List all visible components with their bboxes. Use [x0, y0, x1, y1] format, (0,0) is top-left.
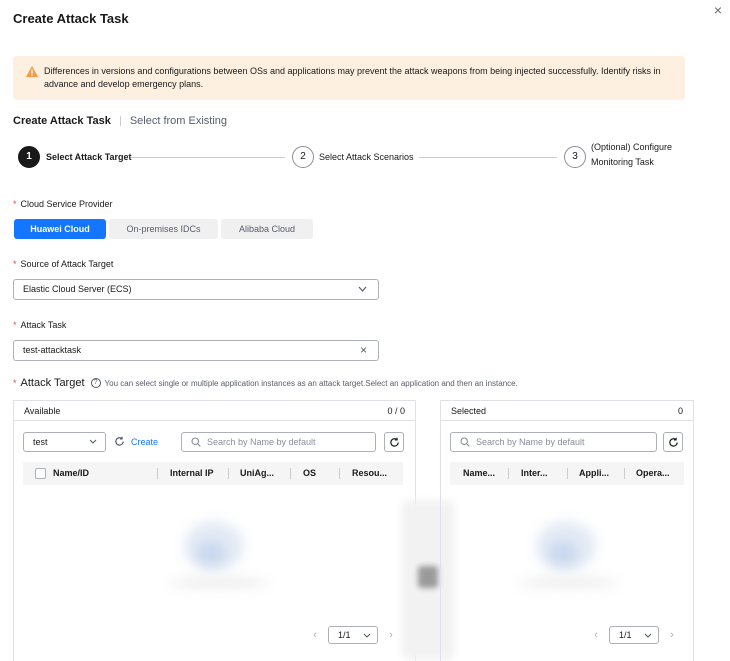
source-label: * Source of Attack Target [13, 259, 114, 269]
alert-text: Differences in versions and configuratio… [44, 66, 661, 89]
step-3-label: (Optional) Configure Monitoring Task [591, 141, 672, 168]
step-3-label-line1: (Optional) Configure [591, 142, 673, 152]
available-refresh-button[interactable] [384, 432, 404, 452]
required-mark: * [13, 320, 17, 330]
available-page-select[interactable]: 1/1 [328, 626, 378, 644]
next-page-icon[interactable]: › [386, 629, 396, 641]
column-name: Name... [463, 468, 496, 478]
provider-option-huawei-cloud[interactable]: Huawei Cloud [14, 219, 106, 239]
source-select-value: Elastic Cloud Server (ECS) [23, 284, 132, 294]
column-divider [290, 468, 291, 479]
help-icon[interactable]: ? [90, 378, 101, 388]
column-divider [567, 468, 568, 479]
column-divider [624, 468, 625, 479]
step-2-circle: 2 [292, 146, 314, 168]
tab-select-from-existing[interactable]: Select from Existing [130, 115, 227, 127]
attack-task-input-value: test-attacktask [23, 345, 82, 355]
step-connector [419, 157, 557, 158]
attack-target-label: Attack Target [20, 377, 85, 389]
selected-pagination: ‹ 1/1 › [591, 626, 677, 644]
column-name-id: Name/ID [53, 468, 90, 478]
available-table-header: Name/ID Internal IP UniAg... OS Resou... [23, 462, 403, 485]
column-internal-ip: Internal IP [170, 468, 214, 478]
column-divider [157, 468, 158, 479]
provider-segmented-control: Huawei Cloud On-premises IDCs Alibaba Cl… [14, 219, 316, 239]
select-all-checkbox[interactable] [35, 468, 46, 479]
tab-divider [119, 116, 121, 126]
application-select[interactable]: test [23, 432, 106, 452]
selected-search-input[interactable]: Search by Name by default [450, 432, 657, 452]
search-icon [460, 437, 470, 447]
attack-task-label: * Attack Task [13, 320, 67, 330]
selected-count: 0 [677, 406, 683, 416]
close-icon[interactable]: × [711, 3, 725, 17]
warning-icon [26, 66, 38, 77]
available-title: Available [24, 406, 61, 416]
warning-alert: Differences in versions and configuratio… [13, 56, 685, 100]
column-divider [508, 468, 509, 479]
next-page-icon[interactable]: › [667, 629, 677, 641]
step-indicator: 1 Select Attack Target 2 Select Attack S… [18, 142, 698, 171]
available-count: 0 / 0 [387, 406, 405, 416]
column-divider [228, 468, 229, 479]
create-link[interactable]: Create [114, 436, 158, 447]
refresh-icon [669, 437, 678, 447]
column-internal-ip: Inter... [521, 468, 548, 478]
column-divider [339, 468, 340, 479]
chevron-down-icon [363, 633, 371, 638]
required-mark: * [13, 259, 17, 269]
prev-page-icon[interactable]: ‹ [591, 629, 601, 641]
provider-option-on-premises-idcs[interactable]: On-premises IDCs [109, 219, 218, 239]
step-3-label-line2: Monitoring Task [591, 157, 654, 167]
provider-label: * Cloud Service Provider [13, 199, 113, 209]
available-search-input[interactable]: Search by Name by default [181, 432, 376, 452]
tab-create-attack-task[interactable]: Create Attack Task [13, 115, 111, 127]
available-panel: Available 0 / 0 test Create Search by Na… [13, 400, 416, 661]
column-resource: Resou... [352, 468, 388, 478]
selected-search-placeholder: Search by Name by default [476, 437, 585, 447]
attack-target-hint: You can select single or multiple applic… [104, 378, 518, 388]
dialog-title: Create Attack Task [13, 11, 129, 26]
refresh-icon [115, 436, 124, 446]
available-search-placeholder: Search by Name by default [207, 437, 316, 447]
available-panel-header: Available 0 / 0 [14, 401, 415, 421]
chevron-down-icon [358, 286, 367, 292]
attack-task-input[interactable]: test-attacktask × [13, 340, 379, 361]
column-os: OS [303, 468, 317, 478]
required-mark: * [13, 378, 17, 388]
selected-table-header: Name... Inter... Appli... Opera... [450, 462, 684, 485]
column-application: Appli... [579, 468, 609, 478]
selected-page-select[interactable]: 1/1 [609, 626, 659, 644]
create-label: Create [131, 436, 159, 447]
step-2-label: Select Attack Scenarios [319, 152, 414, 162]
column-operation: Opera... [636, 468, 670, 478]
available-pagination: ‹ 1/1 › [310, 626, 396, 644]
refresh-icon [390, 437, 399, 447]
required-mark: * [13, 199, 17, 209]
selected-panel-header: Selected 0 [441, 401, 693, 421]
selected-refresh-button[interactable] [663, 432, 683, 452]
prev-page-icon[interactable]: ‹ [310, 629, 320, 641]
source-select[interactable]: Elastic Cloud Server (ECS) [13, 279, 379, 300]
attack-target-header: * Attack Target ? You can select single … [13, 377, 518, 389]
chevron-down-icon [89, 439, 97, 444]
step-1-label: Select Attack Target [46, 152, 132, 162]
step-3-circle: 3 [564, 146, 586, 168]
column-uniagent: UniAg... [240, 468, 274, 478]
mode-tabs: Create Attack Task Select from Existing [13, 115, 227, 127]
selected-title: Selected [451, 406, 487, 416]
search-icon [191, 437, 201, 447]
step-connector [131, 157, 285, 158]
application-select-value: test [33, 437, 48, 447]
clear-icon[interactable]: × [360, 341, 367, 360]
available-page-value: 1/1 [338, 630, 351, 640]
chevron-down-icon [644, 633, 652, 638]
selected-page-value: 1/1 [619, 630, 632, 640]
provider-option-alibaba-cloud[interactable]: Alibaba Cloud [221, 219, 313, 239]
step-1-circle: 1 [18, 146, 40, 168]
selected-panel: Selected 0 Search by Name by default Nam… [440, 400, 694, 661]
